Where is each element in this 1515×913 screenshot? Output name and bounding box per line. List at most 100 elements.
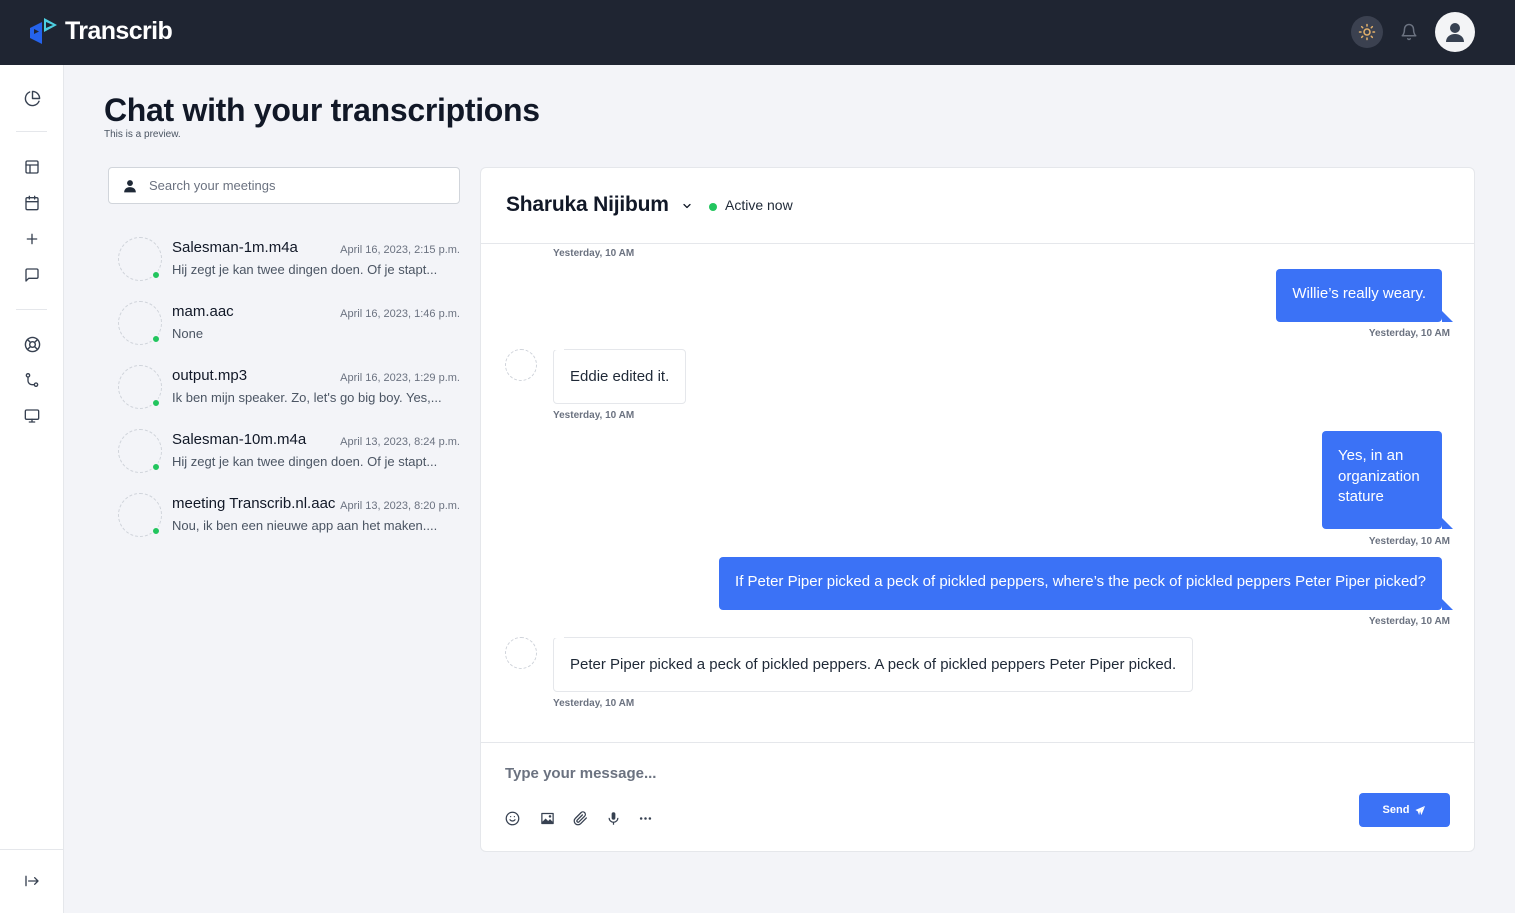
message-time: Yesterday, 10 AM [553, 698, 635, 709]
user-avatar-button[interactable] [1435, 12, 1475, 52]
pie-chart-icon [24, 90, 40, 106]
sidebar-item-desktop[interactable] [22, 406, 42, 426]
avatar [505, 637, 537, 669]
search-box [108, 167, 460, 204]
chat-header: Sharuka Nijibum Active now [481, 168, 1474, 244]
sidebar-divider [0, 849, 64, 850]
status-text: Active now [725, 197, 793, 213]
message-time: Yesterday, 10 AM [553, 248, 635, 259]
meeting-date: April 16, 2023, 1:46 p.m. [340, 308, 460, 320]
sidebar [0, 65, 64, 913]
meeting-item[interactable]: Salesman-1m.m4a April 16, 2023, 2:15 p.m… [116, 237, 460, 287]
message-time: Yesterday, 10 AM [1368, 328, 1450, 339]
avatar [505, 349, 537, 381]
meeting-title: mam.aac [172, 303, 234, 320]
notifications-button[interactable] [1393, 16, 1425, 48]
online-status-dot [151, 526, 161, 536]
app-name: Transcrib [65, 16, 173, 45]
message-bubble-outgoing: Yes, in an organization stature [1322, 431, 1453, 529]
sidebar-item-chat[interactable] [22, 265, 42, 285]
emoji-button[interactable] [504, 810, 520, 826]
emoji-icon [505, 811, 519, 825]
layout-icon [25, 160, 39, 174]
page-subtitle: This is a preview. [104, 129, 181, 140]
monitor-icon [24, 409, 40, 423]
git-branch-icon [25, 373, 39, 387]
online-status-dot [151, 462, 161, 472]
message-input[interactable] [505, 765, 1305, 782]
message-time: Yesterday, 10 AM [1368, 536, 1450, 547]
meeting-preview: Ik ben mijn speaker. Zo, let's go big bo… [172, 390, 442, 405]
send-button[interactable]: Send [1359, 793, 1450, 827]
message-bubble-incoming: Peter Piper picked a peck of pickled pep… [553, 627, 1194, 692]
sidebar-item-new[interactable] [22, 229, 42, 249]
meeting-item[interactable]: Salesman-10m.m4a April 13, 2023, 8:24 p.… [116, 429, 460, 479]
contact-name[interactable]: Sharuka Nijibum [506, 193, 669, 217]
chat-icon [25, 268, 39, 282]
meeting-title: output.mp3 [172, 367, 248, 384]
user-icon [124, 179, 136, 192]
sidebar-item-calendar[interactable] [22, 193, 42, 213]
sidebar-collapse-button[interactable] [22, 871, 42, 891]
lifebuoy-icon [24, 336, 40, 352]
image-icon [540, 812, 554, 824]
message-bubble-incoming: Eddie edited it. [553, 339, 687, 404]
logo-icon [28, 16, 60, 46]
sun-icon [1358, 23, 1376, 41]
more-icon [639, 816, 651, 820]
top-bar: Transcrib [0, 0, 1515, 65]
message-text: Eddie edited it. [570, 368, 670, 385]
sidebar-divider [16, 309, 47, 310]
meeting-title: Salesman-10m.m4a [172, 431, 307, 448]
online-status-dot [151, 270, 161, 280]
chevron-down-icon[interactable] [681, 200, 693, 212]
sidebar-item-layout[interactable] [22, 157, 42, 177]
microphone-button[interactable] [605, 810, 621, 826]
message-text: Peter Piper picked a peck of pickled pep… [570, 656, 1177, 673]
plus-icon [26, 233, 38, 245]
chat-panel: Sharuka Nijibum Active now Yesterday, 10… [480, 167, 1475, 852]
message-time: Yesterday, 10 AM [1368, 616, 1450, 627]
logout-icon [25, 875, 39, 887]
online-status-dot [151, 334, 161, 344]
message-bubble-outgoing: If Peter Piper picked a peck of pickled … [719, 557, 1453, 610]
message-text: If Peter Piper picked a peck of pickled … [735, 573, 1426, 590]
message-bubble-outgoing: Willie’s really weary. [1276, 269, 1453, 322]
app-logo[interactable]: Transcrib [28, 16, 173, 46]
attachment-icon [573, 810, 587, 825]
meeting-date: April 16, 2023, 2:15 p.m. [340, 244, 460, 256]
meeting-item[interactable]: mam.aac April 16, 2023, 1:46 p.m. None [116, 301, 460, 351]
meeting-preview: Hij zegt je kan twee dingen doen. Of je … [172, 262, 438, 277]
send-icon [1415, 805, 1426, 815]
search-input[interactable] [149, 178, 429, 193]
sidebar-item-integrations[interactable] [22, 370, 42, 390]
meeting-title: meeting Transcrib.nl.aac [172, 495, 336, 512]
online-status-dot [151, 398, 161, 408]
microphone-icon [608, 811, 618, 825]
sidebar-divider [16, 131, 47, 132]
message-composer: Send [481, 742, 1474, 851]
sidebar-item-help[interactable] [22, 334, 42, 354]
user-icon [1446, 23, 1464, 42]
calendar-icon [25, 195, 39, 211]
image-button[interactable] [539, 810, 555, 826]
attachment-button[interactable] [572, 810, 588, 826]
meeting-preview: Hij zegt je kan twee dingen doen. Of je … [172, 454, 438, 469]
message-list: Yesterday, 10 AM Willie’s really weary. … [481, 245, 1474, 742]
meeting-date: April 13, 2023, 8:20 p.m. [340, 500, 460, 512]
sidebar-item-dashboard[interactable] [22, 88, 42, 108]
message-text: Willie’s really weary. [1292, 285, 1426, 302]
theme-toggle-button[interactable] [1351, 16, 1383, 48]
more-options-button[interactable] [637, 810, 653, 826]
online-status-dot [709, 203, 717, 211]
meeting-preview: None [172, 326, 204, 341]
meeting-item[interactable]: output.mp3 April 16, 2023, 1:29 p.m. Ik … [116, 365, 460, 415]
meeting-preview: Nou, ik ben een nieuwe app aan het maken… [172, 518, 438, 533]
bell-icon [1401, 23, 1417, 41]
message-text: Yes, in an organization stature [1338, 447, 1420, 505]
meeting-date: April 13, 2023, 8:24 p.m. [340, 436, 460, 448]
meeting-date: April 16, 2023, 1:29 p.m. [340, 372, 460, 384]
meeting-title: Salesman-1m.m4a [172, 239, 298, 256]
meeting-item[interactable]: meeting Transcrib.nl.aac April 13, 2023,… [116, 493, 460, 543]
send-label: Send [1382, 804, 1410, 816]
